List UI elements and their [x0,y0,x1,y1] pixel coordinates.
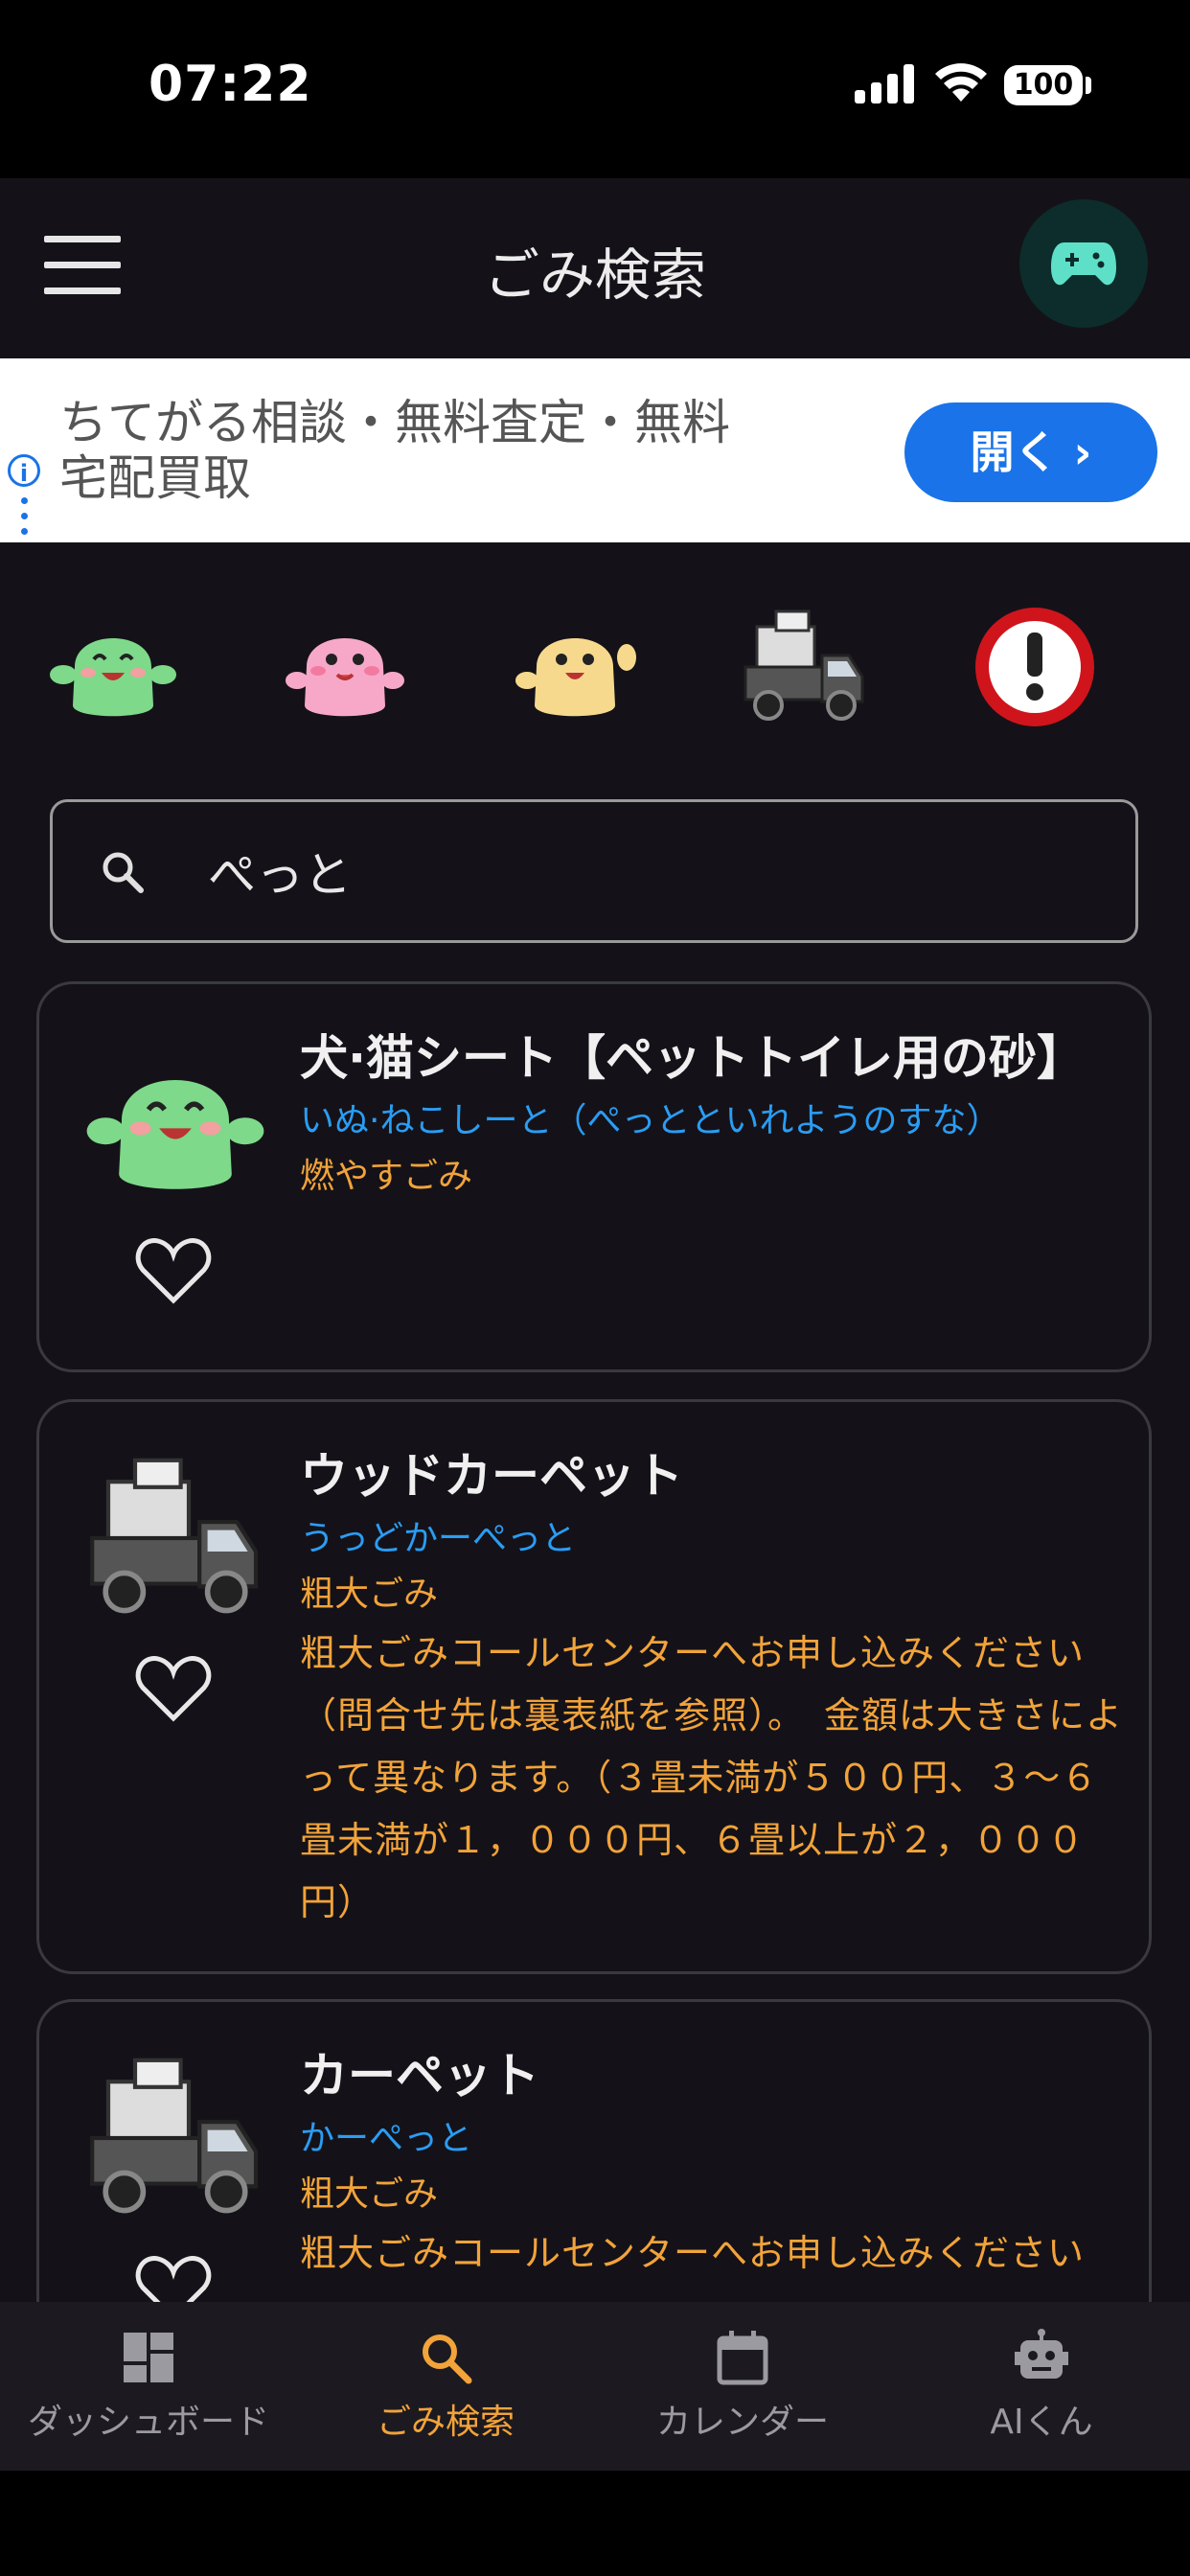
search-icon [103,852,144,893]
truck-icon [90,2058,259,2214]
ad-text-line1: ちてがる相談・無料査定・無料 [59,395,730,450]
nav-label: ダッシュボード [27,2403,269,2442]
status-bar: 07:22 100 [0,0,1190,178]
battery-tip [1086,77,1091,94]
nav-label: カレンダー [655,2403,829,2442]
wifi-icon [935,63,987,102]
truck-icon [90,1458,259,1614]
result-title: カーペット [300,2048,539,2104]
status-time: 07:22 [149,56,312,113]
heart-icon[interactable] [135,1653,212,1722]
heart-icon[interactable] [135,1235,212,1304]
result-title: ウッドカーペット [300,1448,683,1504]
ad-info-icon[interactable]: i [8,454,40,487]
calendar-icon [717,2331,768,2385]
result-details: ウッドカーペット うっどかーぺっと 粗大ごみ 粗大ごみコールセンターへお申し込み… [300,1440,1124,1934]
robot-icon [1015,2329,1068,2379]
nav-item-search[interactable]: ごみ検索 [297,2302,594,2471]
ad-text-line2: 宅配買取 [59,450,251,506]
cellular-signal-icon [855,63,914,104]
result-reading: かーぺっと [300,2119,473,2158]
search-field[interactable] [50,799,1138,943]
ad-open-button[interactable]: 開く › [904,402,1157,502]
nav-item-calendar[interactable]: カレンダー [594,2302,891,2471]
nav-label: ごみ検索 [376,2403,515,2442]
yellow-character-icon[interactable] [508,600,642,734]
home-indicator-area [0,2471,1190,2576]
pink-character-icon[interactable] [278,600,412,734]
result-card[interactable]: 犬·猫シート【ペットトイレ用の砂】 いぬ·ねこしーと（ぺっとといれようのすな） … [36,981,1152,1372]
truck-icon[interactable] [738,600,872,734]
ad-text: ちてがる相談・無料査定・無料 宅配買取 [59,395,788,506]
gamepad-icon [1051,242,1116,286]
result-note: 粗大ごみコールセンターへお申し込みください [300,2232,1086,2274]
game-button[interactable] [1019,199,1148,328]
result-card[interactable]: ウッドカーペット うっどかーぺっと 粗大ごみ 粗大ごみコールセンターへお申し込み… [36,1399,1152,1974]
app-bar: ごみ検索 [0,178,1190,358]
battery-indicator: 100 [1004,65,1083,105]
nav-item-dashboard[interactable]: ダッシュボード [0,2302,297,2471]
result-details: 犬·猫シート【ペットトイレ用の砂】 いぬ·ねこしーと（ぺっとといれようのすな） … [300,1023,1124,1205]
result-card[interactable]: カーペット かーぺっと 粗大ごみ 粗大ごみコールセンターへお申し込みください [36,1999,1152,2302]
warning-icon[interactable] [968,600,1102,734]
result-note: 粗大ごみコールセンターへお申し込みください（問合せ先は裏表紙を参照）。 金額は大… [300,1632,1124,1923]
nav-label: AIくん [990,2403,1093,2442]
bottom-navigation: ダッシュボード ごみ検索 カレンダー AIくん [0,2302,1190,2471]
result-type: 粗大ごみ [300,2174,439,2214]
result-type: 粗大ごみ [300,1575,439,1614]
ad-banner[interactable]: i ちてがる相談・無料査定・無料 宅配買取 開く › [0,358,1190,542]
search-input[interactable] [206,837,1072,906]
result-reading: いぬ·ねこしーと（ぺっとといれようのすな） [300,1101,1001,1140]
green-character-icon[interactable] [46,600,180,734]
ad-options-icon[interactable] [21,497,29,547]
heart-icon[interactable] [135,2253,212,2302]
result-type: 燃やすごみ [300,1157,473,1196]
result-details: カーペット かーぺっと 粗大ごみ 粗大ごみコールセンターへお申し込みください [300,2040,1124,2285]
search-icon [423,2334,472,2384]
result-title: 犬·猫シート【ペットトイレ用の砂】 [300,1030,1085,1086]
nav-item-ai[interactable]: AIくん [893,2302,1190,2471]
green-character-icon [86,1080,264,1189]
search-content: 犬·猫シート【ペットトイレ用の砂】 いぬ·ねこしーと（ぺっとといれようのすな） … [0,542,1190,2302]
dashboard-icon [124,2333,173,2382]
page-title: ごみ検索 [483,242,706,308]
result-reading: うっどかーぺっと [300,1519,577,1558]
